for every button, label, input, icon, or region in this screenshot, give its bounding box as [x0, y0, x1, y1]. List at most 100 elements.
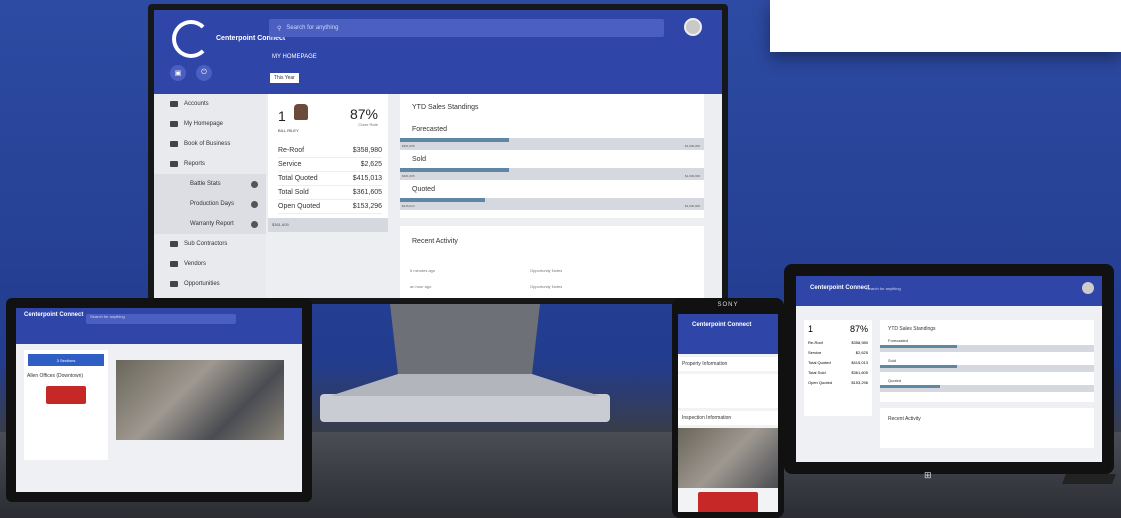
- sidebar: Accounts My Homepage Book of Business Repor…: [154, 94, 266, 298]
- standing-target: $1,000,000: [684, 144, 700, 148]
- report-icon: [251, 200, 258, 208]
- close-rate: 87%: [349, 106, 378, 122]
- aerial-map[interactable]: [116, 360, 284, 440]
- laptop-screen: Centerpoint Connect Search for anything …: [16, 308, 302, 492]
- stat-label: Open Quoted: [278, 203, 321, 210]
- stat-value: $2,625: [360, 161, 382, 168]
- recent-activity-card: Recent Activity 6 minutes ago Opportunity…: [400, 226, 704, 298]
- laptop-subbar: [16, 330, 302, 344]
- activity-type: Opportunity Notes: [530, 284, 563, 289]
- dispatch-logo: [46, 386, 86, 404]
- standing-label: Sold: [412, 156, 427, 163]
- activity-row[interactable]: 6 minutes ago Opportunity Notes: [410, 268, 690, 273]
- sidebar-item[interactable]: Battle Stats: [154, 174, 266, 194]
- laptop-device: Centerpoint Connect Search for anything …: [6, 298, 312, 502]
- sidebar-item[interactable]: Sub Contractors: [154, 234, 266, 254]
- tablet-close-rate: 87%: [849, 324, 868, 334]
- tablet-standing-fill: [880, 385, 940, 388]
- activity-type: Opportunity Notes: [530, 268, 563, 273]
- laptop-property-card: 3 Sections Allen Offices (Downtown): [24, 350, 108, 460]
- standing-target: $1,000,000: [684, 174, 700, 178]
- property-info-body: [678, 374, 778, 408]
- tablet-stat-value: $361,605: [851, 370, 868, 375]
- sidebar-item-label: Accounts: [184, 101, 209, 107]
- stats-list: Re-Roof $358,980 Service $2,625 Total Quoted…: [278, 144, 382, 214]
- standing-current: $415,013: [402, 204, 415, 208]
- home-icon: [170, 121, 178, 127]
- tablet-search-input[interactable]: Search for anything: [866, 286, 901, 291]
- tablet-activity-card: Recent Activity: [880, 408, 1094, 448]
- sidebar-item[interactable]: Accounts: [154, 94, 266, 114]
- sidebar-item[interactable]: Production Days: [154, 194, 266, 214]
- period-filter[interactable]: This Year: [270, 73, 299, 83]
- sidebar-item[interactable]: Vendors: [154, 254, 266, 274]
- rank-number: 1: [278, 108, 286, 124]
- tablet-standing-label: Quoted: [888, 378, 902, 383]
- location-name: Allen Offices (Downtown): [27, 373, 84, 379]
- ytd-title: YTD Sales Standings: [412, 104, 479, 111]
- sidebar-item-label: Battle Stats: [190, 181, 221, 187]
- tablet-stat-row: Re-Roof $358,980: [808, 340, 868, 350]
- standing-label: Quoted: [412, 186, 435, 193]
- phone-screen: Centerpoint Connect Property Information…: [678, 314, 778, 512]
- stat-row: Re-Roof $358,980: [278, 144, 382, 158]
- phone-logo: Centerpoint Connect: [692, 322, 752, 328]
- calendar-icon[interactable]: ▣: [170, 65, 186, 81]
- user-avatar[interactable]: [684, 18, 702, 36]
- sections-button[interactable]: 3 Sections: [28, 354, 104, 366]
- phone-brand: SONY: [717, 302, 739, 308]
- sidebar-item-label: Reports: [184, 161, 206, 167]
- report-icon: [251, 180, 258, 188]
- page-title: MY HOMEPAGE: [272, 54, 317, 60]
- monitor-screen: Centerpoint Connect ⚲ Search for anythin…: [154, 10, 722, 298]
- standing-target: $1,000,000: [684, 204, 700, 208]
- tablet-avatar[interactable]: [1082, 282, 1094, 294]
- sidebar-item-label: Book of Business: [184, 141, 231, 147]
- sidebar-item-label: Vendors: [184, 261, 207, 267]
- phone-topbar: Centerpoint Connect: [678, 314, 778, 354]
- sidebar-item[interactable]: Reports: [154, 154, 266, 174]
- phone-map[interactable]: [678, 428, 778, 488]
- sidebar-item[interactable]: Opportunities: [154, 274, 266, 294]
- tablet-stat-label: Total Sold: [808, 370, 826, 375]
- search-icon: ⚲: [277, 25, 282, 32]
- stat-row: Total Sold $361,605: [278, 186, 382, 200]
- tablet-stat-value: $2,625: [855, 350, 868, 355]
- standing-bar: $361,605 $1,000,000: [400, 138, 704, 150]
- stat-value: $361,605: [352, 189, 382, 196]
- tablet-logo: Centerpoint Connect: [810, 285, 870, 291]
- property-info-header[interactable]: Property Information: [678, 357, 778, 371]
- standing-bar-fill: [400, 138, 510, 142]
- tablet-standing-bar: [880, 345, 1094, 352]
- standing-bar-fill: [400, 168, 510, 172]
- power-icon[interactable]: ⏻: [196, 65, 212, 81]
- activity-title: Recent Activity: [412, 238, 458, 245]
- monitor-stand: [320, 304, 610, 422]
- tablet-standing-label: Sold: [888, 358, 897, 363]
- sidebar-item[interactable]: Warranty Report: [154, 214, 266, 234]
- desktop-monitor: Centerpoint Connect ⚲ Search for anythin…: [148, 4, 728, 304]
- tablet-ytd-title: YTD Sales Standings: [888, 326, 936, 332]
- laptop-logo: Centerpoint Connect: [24, 312, 84, 318]
- tablet-stat-label: Total Quoted: [808, 360, 831, 365]
- stat-value: $153,296: [352, 203, 382, 210]
- activity-row[interactable]: an hour ago Opportunity Notes: [410, 284, 690, 289]
- sidebar-item[interactable]: Book of Business: [154, 134, 266, 154]
- tablet-standing-bar: [880, 385, 1094, 392]
- sidebar-item-label: Production Days: [190, 201, 235, 207]
- stat-row: Open Quoted $153,296: [278, 200, 382, 214]
- sidebar-item[interactable]: My Homepage: [154, 114, 266, 134]
- standing-current: $361,605: [402, 174, 415, 178]
- stat-label: Total Quoted: [278, 175, 318, 182]
- person-name: BILL RILEY: [278, 128, 299, 133]
- inspection-info-header[interactable]: Inspection Information: [678, 411, 778, 425]
- leader-card: 1 87% Close Rate BILL RILEY Re-Roof $358,…: [268, 94, 388, 230]
- report-icon: [251, 220, 258, 228]
- tablet-stat-label: Service: [808, 350, 822, 355]
- stat-row: Service $2,625: [278, 158, 382, 172]
- stats-footer: $361,605: [268, 218, 388, 232]
- ytd-standings-card: YTD Sales Standings Forecasted $361,605 $1…: [400, 94, 704, 218]
- laptop-search-input[interactable]: Search for anything: [86, 314, 236, 324]
- tablet-rank: 1: [808, 324, 814, 334]
- search-input[interactable]: ⚲ Search for anything: [269, 19, 664, 37]
